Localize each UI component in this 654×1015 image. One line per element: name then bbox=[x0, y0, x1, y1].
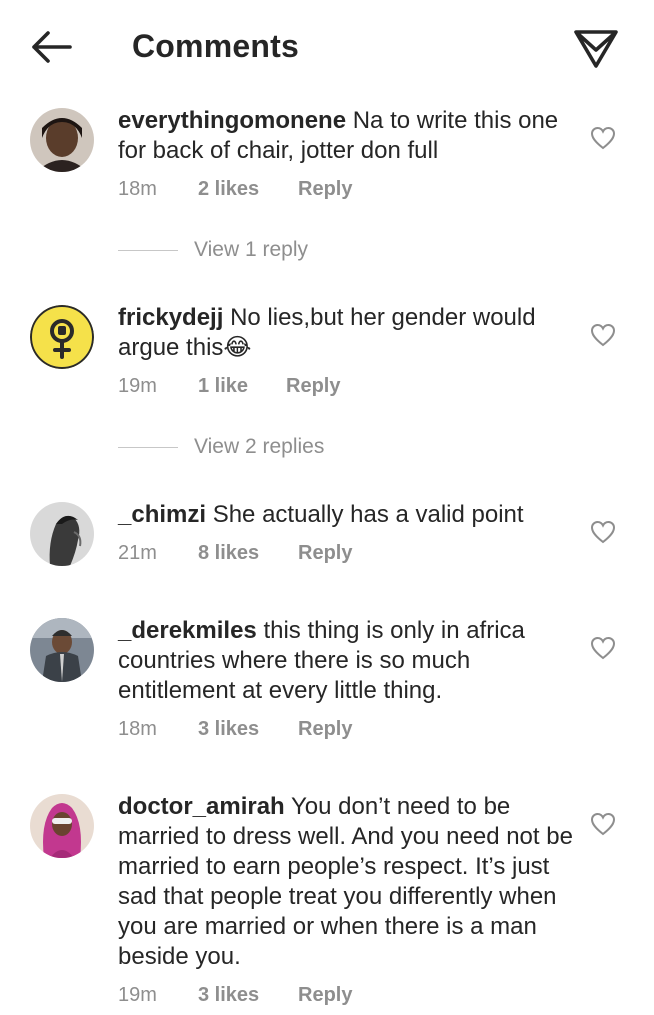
view-replies-label: View 2 replies bbox=[194, 435, 325, 458]
comment-username[interactable]: everythingomonene bbox=[118, 107, 346, 134]
comment-body: doctor_amirah You don’t need to be marri… bbox=[118, 792, 578, 972]
comment-likes[interactable]: 2 likes bbox=[198, 178, 298, 201]
comment-username[interactable]: frickydejj bbox=[118, 304, 223, 331]
like-button[interactable] bbox=[590, 126, 616, 150]
back-button[interactable] bbox=[26, 24, 76, 70]
view-replies-label: View 1 reply bbox=[194, 238, 309, 261]
comment-meta: 18m 3 likes Reply bbox=[118, 718, 352, 741]
comment-time: 19m bbox=[118, 375, 157, 397]
avatar[interactable] bbox=[30, 618, 94, 682]
comment-time: 18m bbox=[118, 718, 157, 740]
comment-body: _derekmiles this thing is only in africa… bbox=[118, 616, 578, 706]
avatar[interactable] bbox=[30, 502, 94, 566]
reply-button[interactable]: Reply bbox=[298, 984, 352, 1007]
comment-body: _chimzi She actually has a valid point bbox=[118, 500, 578, 530]
comment-time: 19m bbox=[118, 984, 157, 1006]
comment-meta: 19m 3 likes Reply bbox=[118, 984, 352, 1007]
comment-likes[interactable]: 1 like bbox=[198, 375, 286, 398]
comment-likes[interactable]: 3 likes bbox=[198, 984, 298, 1007]
comment-body: frickydejj No lies,but her gender would … bbox=[118, 303, 578, 363]
like-button[interactable] bbox=[590, 323, 616, 347]
share-button[interactable] bbox=[572, 24, 620, 70]
comment-username[interactable]: doctor_amirah bbox=[118, 793, 285, 820]
page-title: Comments bbox=[132, 28, 299, 64]
comment-time: 18m bbox=[118, 178, 157, 200]
reply-button[interactable]: Reply bbox=[298, 718, 352, 741]
heart-icon bbox=[590, 520, 616, 544]
avatar[interactable] bbox=[30, 108, 94, 172]
heart-icon bbox=[590, 636, 616, 660]
comment-meta: 18m 2 likes Reply bbox=[118, 178, 352, 201]
like-button[interactable] bbox=[590, 520, 616, 544]
comment-meta: 19m 1 like Reply bbox=[118, 375, 340, 398]
like-button[interactable] bbox=[590, 812, 616, 836]
avatar[interactable] bbox=[30, 794, 94, 858]
heart-icon bbox=[590, 812, 616, 836]
paper-plane-icon bbox=[574, 30, 618, 68]
comment-likes[interactable]: 8 likes bbox=[198, 542, 298, 565]
divider-line bbox=[118, 446, 178, 448]
header-bar: Comments bbox=[0, 0, 654, 95]
heart-icon bbox=[590, 126, 616, 150]
comment-text: She actually has a valid point bbox=[212, 501, 524, 528]
comment-meta: 21m 8 likes Reply bbox=[118, 542, 352, 565]
heart-icon bbox=[590, 323, 616, 347]
view-replies-button[interactable]: View 1 reply bbox=[118, 238, 308, 262]
comment-username[interactable]: _derekmiles bbox=[118, 617, 257, 644]
comment-likes[interactable]: 3 likes bbox=[198, 718, 298, 741]
view-replies-button[interactable]: View 2 replies bbox=[118, 435, 324, 459]
comment-body: everythingomonene Na to write this one f… bbox=[118, 106, 578, 166]
comment-username[interactable]: _chimzi bbox=[118, 501, 206, 528]
divider-line bbox=[118, 249, 178, 251]
like-button[interactable] bbox=[590, 636, 616, 660]
avatar[interactable] bbox=[30, 305, 94, 369]
reply-button[interactable]: Reply bbox=[286, 375, 340, 398]
arrow-left-icon bbox=[32, 31, 72, 63]
comment-time: 21m bbox=[118, 542, 157, 564]
reply-button[interactable]: Reply bbox=[298, 178, 352, 201]
reply-button[interactable]: Reply bbox=[298, 542, 352, 565]
